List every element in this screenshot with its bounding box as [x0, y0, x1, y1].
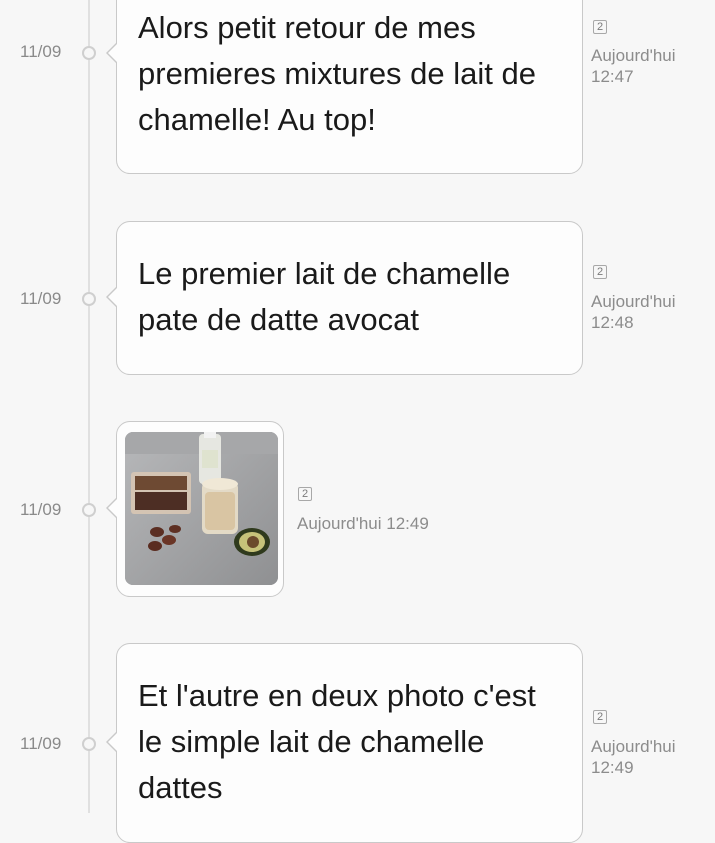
bubble-tail-fill: [108, 732, 118, 752]
unread-count-badge: 2: [593, 710, 607, 724]
message-text: Le premier lait de chamelle pate de datt…: [138, 256, 511, 337]
message-text: Alors petit retour de mes premieres mixt…: [138, 10, 536, 137]
message-date: 11/09: [20, 734, 62, 753]
timeline-dot: [82, 503, 96, 517]
bubble-tail-fill: [108, 287, 118, 307]
timeline-line: [88, 0, 90, 813]
timestamp-day: Aujourd'hui: [591, 737, 676, 756]
timestamp-time: 12:48: [591, 313, 634, 332]
timestamp-day: Aujourd'hui: [591, 46, 676, 65]
message-bubble[interactable]: Le premier lait de chamelle pate de datt…: [106, 221, 583, 375]
message-timestamp: Aujourd'hui 12:48: [591, 291, 676, 333]
unread-count-badge: 2: [298, 487, 312, 501]
message-photo[interactable]: [125, 432, 278, 585]
message-timestamp: Aujourd'hui 12:49: [591, 736, 676, 778]
message-timestamp: Aujourd'hui 12:49: [297, 514, 429, 533]
timestamp-time: 12:47: [591, 67, 634, 86]
message-date: 11/09: [20, 42, 62, 61]
timestamp-day: Aujourd'hui: [591, 292, 676, 311]
message-date: 11/09: [20, 500, 62, 519]
timeline-dot: [82, 292, 96, 306]
bubble-tail-fill: [108, 43, 118, 63]
timestamp-time: 12:49: [591, 758, 634, 777]
message-bubble[interactable]: Alors petit retour de mes premieres mixt…: [106, 0, 583, 174]
message-timestamp: Aujourd'hui 12:47: [591, 45, 676, 87]
message-date: 11/09: [20, 289, 62, 308]
unread-count-badge: 2: [593, 20, 607, 34]
photo-dates-avocado-icon: [125, 432, 278, 585]
image-message-bubble[interactable]: [106, 421, 284, 597]
unread-count-badge: 2: [593, 265, 607, 279]
bubble-tail-fill: [108, 498, 118, 518]
timeline-dot: [82, 46, 96, 60]
timeline-dot: [82, 737, 96, 751]
message-bubble[interactable]: Et l'autre en deux photo c'est le simple…: [106, 643, 583, 843]
message-text: Et l'autre en deux photo c'est le simple…: [138, 678, 536, 805]
